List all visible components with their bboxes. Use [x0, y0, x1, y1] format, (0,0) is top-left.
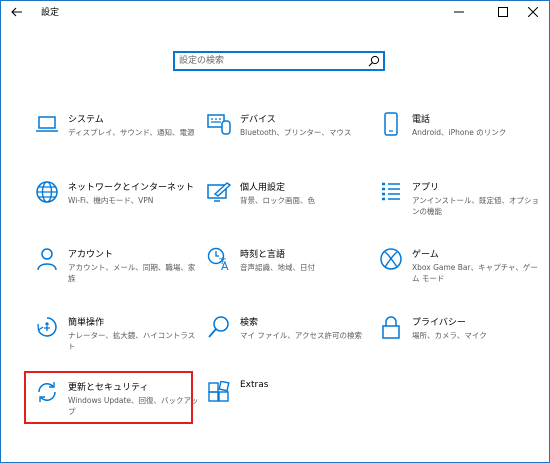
tile-description: Xbox Game Bar、キャプチャ、ゲーム モード	[412, 263, 538, 283]
search-icon[interactable]	[368, 55, 380, 67]
tile-description: ディスプレイ、サウンド、通知、電源	[68, 128, 195, 137]
tile-title: ゲーム	[412, 250, 439, 260]
tile-title: 検索	[240, 318, 259, 328]
tile-title: アカウント	[68, 250, 114, 260]
tile-privacy[interactable]: プライバシー 場所、カメラ、マイク	[378, 314, 548, 372]
laptop-icon	[36, 116, 58, 132]
globe-icon	[36, 181, 58, 203]
minimize-button[interactable]	[441, 1, 477, 23]
tile-description: 音声認識、地域、日付	[240, 263, 315, 272]
svg-text:字: 字	[219, 256, 226, 265]
person-icon	[37, 248, 57, 271]
tile-title: ネットワークとインターネット	[68, 183, 195, 193]
tile-title: アプリ	[412, 183, 440, 193]
maximize-icon	[498, 7, 508, 17]
phone-icon	[384, 112, 398, 136]
apps-icon	[382, 182, 400, 201]
tile-title: デバイス	[240, 115, 276, 125]
search-input[interactable]	[179, 54, 363, 68]
tile-time-language[interactable]: A 字 時刻と言語 音声認識、地域、日付	[206, 246, 376, 304]
tile-description: アンインストール、既定値、オプションの機能	[412, 196, 540, 216]
tile-title: 簡単操作	[68, 318, 105, 328]
tile-network[interactable]: ネットワークとインターネット Wi-Fi、機内モード、VPN	[34, 179, 204, 237]
tile-description: ナレーター、拡大鏡、ハイコントラスト	[68, 331, 196, 351]
title-bar: 設定	[1, 1, 549, 23]
tile-description: アカウント、メール、同期、職場、家族	[68, 263, 196, 283]
tile-description: 背景、ロック画面、色	[240, 196, 315, 205]
search-box[interactable]	[173, 51, 385, 71]
highlight-box	[24, 371, 193, 424]
tile-extras[interactable]: Extras	[206, 379, 376, 437]
tile-description: Bluetooth、プリンター、マウス	[240, 128, 352, 137]
extras-icon	[208, 381, 230, 402]
tile-system[interactable]: システム ディスプレイ、サウンド、通知、電源	[34, 111, 204, 169]
tile-description: マイ ファイル、アクセス許可の検索	[240, 331, 363, 340]
tile-description: Wi-Fi、機内モード、VPN	[68, 196, 154, 205]
lock-icon	[382, 316, 400, 339]
close-button[interactable]	[515, 1, 550, 23]
tile-ease-of-access[interactable]: 簡単操作 ナレーター、拡大鏡、ハイコントラスト	[34, 314, 204, 372]
personalization-icon	[207, 182, 231, 202]
tile-devices[interactable]: デバイス Bluetooth、プリンター、マウス	[206, 111, 376, 169]
time-language-icon: A 字	[207, 247, 229, 271]
devices-icon	[207, 114, 231, 135]
tile-description: Android、iPhone のリンク	[412, 128, 507, 137]
tile-apps[interactable]: アプリ アンインストール、既定値、オプションの機能	[378, 179, 548, 237]
tile-personalization[interactable]: 個人用設定 背景、ロック画面、色	[206, 179, 376, 237]
minimize-icon	[454, 11, 464, 13]
tile-accounts[interactable]: アカウント アカウント、メール、同期、職場、家族	[34, 246, 204, 304]
tile-description: 場所、カメラ、マイク	[412, 331, 487, 340]
settings-window: 設定 システム ディスプレイ、サウンド、通知、電源 デバイ	[0, 0, 550, 463]
back-arrow-icon	[11, 7, 22, 17]
close-icon	[528, 7, 538, 17]
tile-title: 個人用設定	[240, 183, 286, 193]
magnifier-icon	[208, 316, 229, 338]
tile-search[interactable]: 検索 マイ ファイル、アクセス許可の検索	[206, 314, 376, 372]
back-button[interactable]	[3, 1, 31, 23]
xbox-icon	[380, 248, 402, 270]
window-title: 設定	[41, 8, 60, 18]
tile-title: システム	[68, 115, 104, 125]
ease-of-access-icon	[37, 317, 57, 337]
tile-title: 時刻と言語	[240, 250, 286, 260]
tile-title: Extras	[240, 380, 269, 390]
tile-gaming[interactable]: ゲーム Xbox Game Bar、キャプチャ、ゲーム モード	[378, 246, 548, 304]
tile-title: プライバシー	[412, 318, 466, 328]
tile-phone[interactable]: 電話 Android、iPhone のリンク	[378, 111, 548, 169]
tile-title: 電話	[412, 115, 431, 125]
